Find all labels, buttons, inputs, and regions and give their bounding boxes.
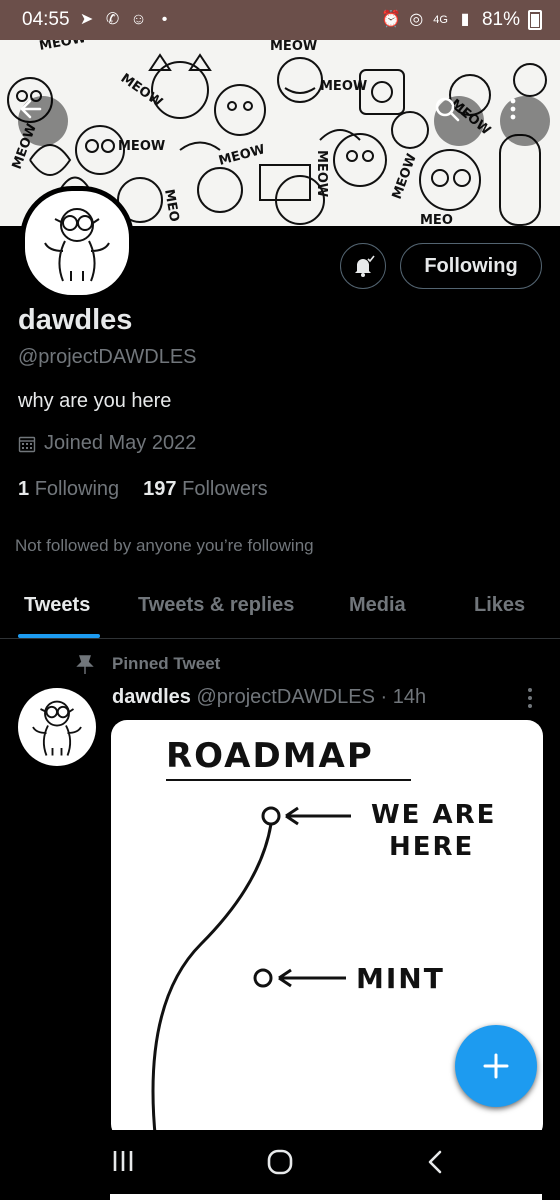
pin-icon [76, 655, 94, 674]
roadmap-marker-mint: MINT [356, 962, 445, 995]
mutual-followers-note: Not followed by anyone you’re following [15, 536, 314, 555]
active-tab-indicator [18, 634, 100, 638]
back-button[interactable] [18, 96, 68, 146]
network-type: 4G [433, 14, 448, 26]
system-navigation-bar [0, 1130, 560, 1192]
svg-text:MEOW: MEOW [38, 40, 87, 54]
search-icon [435, 97, 460, 122]
more-options-button[interactable] [500, 96, 550, 146]
display-name: dawdles [18, 304, 133, 336]
followers-count-link[interactable]: 197 Followers [143, 478, 268, 501]
tweet-image-continuation [110, 1194, 542, 1200]
battery-percent: 81% [481, 9, 520, 30]
whatsapp-icon: ✆ [105, 11, 120, 28]
joined-date: Joined May 2022 [18, 432, 196, 455]
tab-likes[interactable]: Likes [474, 594, 525, 617]
tweet-header: dawdles @projectDAWDLES · 14h [112, 686, 426, 709]
status-time: 04:55 [22, 9, 70, 30]
roadmap-marker-we-are: WE ARE [371, 800, 497, 830]
roadmap-title: ROADMAP [166, 736, 374, 776]
bio-text: why are you here [18, 390, 172, 412]
svg-text:MEOW: MEOW [118, 139, 165, 154]
following-count-link[interactable]: 1 Following [18, 478, 119, 501]
tweet-author-handle[interactable]: @projectDAWDLES [196, 686, 375, 708]
pinned-label: Pinned Tweet [112, 654, 221, 673]
svg-text:MEOW: MEOW [314, 150, 329, 197]
snapchat-icon: ☺ [130, 11, 147, 28]
calendar-icon [18, 436, 36, 452]
signal-icon: ▮ [460, 11, 470, 28]
tab-tweets[interactable]: Tweets [24, 594, 90, 617]
more-vertical-icon [510, 98, 516, 120]
avatar-doodle-image [44, 208, 110, 282]
profile-avatar[interactable] [20, 186, 134, 300]
compose-tweet-button[interactable] [455, 1025, 537, 1107]
following-count-label: Following [34, 478, 120, 500]
plus-icon [483, 1053, 509, 1079]
roadmap-marker-here: HERE [389, 832, 475, 862]
tweet-author-avatar[interactable] [18, 688, 96, 766]
hotspot-icon: ◎ [409, 11, 424, 28]
tweet-author-name[interactable]: dawdles [112, 686, 191, 708]
notifications-button[interactable] [340, 243, 386, 289]
telegram-icon: ➤ [79, 11, 94, 28]
alarm-icon: ⏰ [381, 11, 402, 28]
followers-count-label: Followers [182, 478, 268, 500]
status-bar: 04:55 ➤ ✆ ☺ • ⏰ ◎ 4G ▮ 81% [0, 0, 560, 40]
tweet-time: · 14h [380, 686, 427, 708]
svg-text:MEO: MEO [161, 188, 181, 223]
following-button[interactable]: Following [400, 243, 542, 289]
avatar-doodle-image [32, 700, 82, 756]
bell-icon [355, 255, 375, 277]
svg-text:MEOW: MEOW [320, 79, 367, 94]
joined-text: Joined May 2022 [44, 432, 197, 454]
recent-apps-icon[interactable] [110, 1148, 136, 1174]
follow-counts: 1 Following 197 Followers [18, 478, 268, 501]
following-count: 1 [18, 478, 30, 500]
arrow-left-icon [20, 99, 42, 119]
user-handle: @projectDAWDLES [18, 346, 197, 368]
tweet-more-icon[interactable] [524, 686, 536, 710]
tab-media[interactable]: Media [349, 594, 406, 617]
followers-count: 197 [143, 478, 177, 500]
search-button[interactable] [434, 96, 484, 146]
home-icon[interactable] [266, 1148, 294, 1176]
battery-icon [528, 10, 542, 30]
tab-tweets-replies[interactable]: Tweets & replies [138, 594, 294, 617]
svg-text:MEOW: MEOW [270, 40, 317, 54]
back-nav-icon[interactable] [424, 1148, 446, 1176]
svg-text:MEOW: MEOW [118, 71, 165, 110]
profile-tabs: Tweets Tweets & replies Media Likes [0, 580, 560, 639]
svg-text:MEO: MEO [420, 213, 453, 226]
pinned-indicator: Pinned Tweet [76, 654, 220, 674]
svg-text:MEOW: MEOW [390, 152, 420, 202]
notification-dot-icon: • [161, 11, 168, 28]
